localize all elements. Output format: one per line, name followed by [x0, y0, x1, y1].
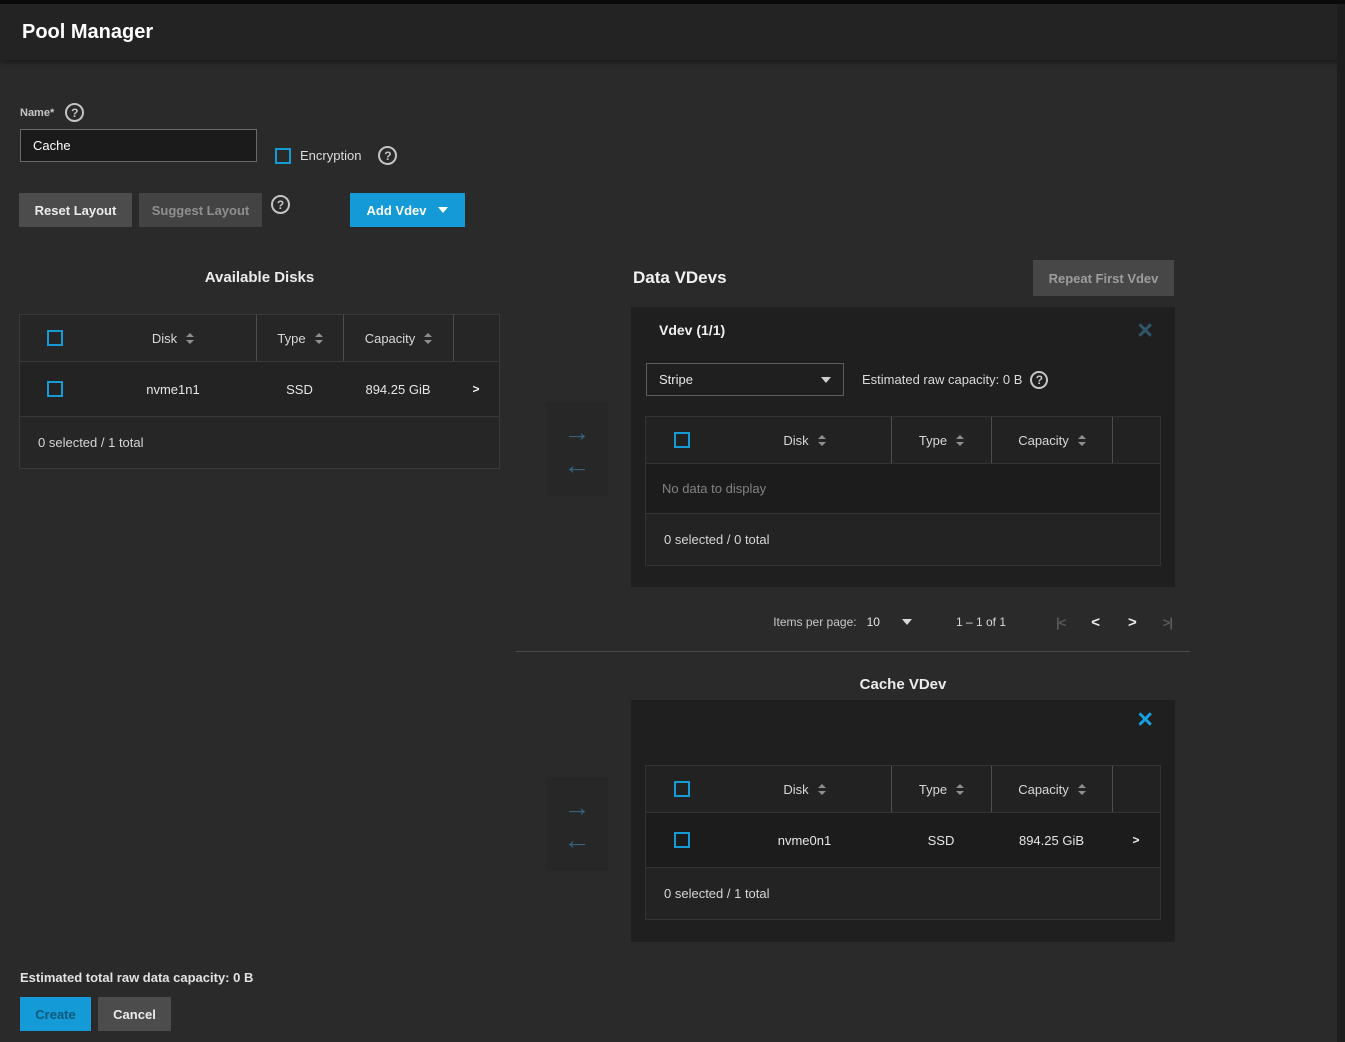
- items-per-page-value[interactable]: 10: [867, 615, 880, 629]
- cache-vdev-panel: × Disk Type Capacity n: [631, 700, 1175, 942]
- next-page-icon[interactable]: >: [1128, 614, 1137, 631]
- section-divider: [516, 651, 1190, 652]
- sort-icon[interactable]: [956, 784, 964, 795]
- create-button[interactable]: Create: [20, 997, 91, 1031]
- add-vdev-label: Add Vdev: [367, 203, 427, 218]
- table-footer: 0 selected / 1 total: [20, 417, 499, 468]
- dropdown-caret-icon: [438, 207, 448, 213]
- estimated-raw-capacity-row: Estimated raw capacity: 0 B ?: [862, 363, 1048, 396]
- table-row[interactable]: nvme1n1 SSD 894.25 GiB >: [20, 362, 499, 417]
- data-vdevs-title: Data VDevs: [633, 268, 727, 288]
- disk-column-header[interactable]: Disk: [783, 433, 808, 448]
- cancel-button[interactable]: Cancel: [98, 997, 171, 1031]
- reset-layout-button[interactable]: Reset Layout: [19, 193, 132, 227]
- items-per-page-caret-icon[interactable]: [902, 619, 912, 625]
- type-column-header[interactable]: Type: [919, 433, 947, 448]
- move-left-icon[interactable]: ←: [564, 827, 591, 854]
- vdev-layout-value: Stripe: [659, 372, 693, 387]
- move-right-icon[interactable]: →: [564, 794, 591, 821]
- repeat-first-vdev-button[interactable]: Repeat First Vdev: [1033, 260, 1174, 296]
- pool-name-input[interactable]: [20, 129, 257, 162]
- type-column-header[interactable]: Type: [919, 782, 947, 797]
- estimated-total-capacity: Estimated total raw data capacity: 0 B: [20, 970, 253, 985]
- disk-column-header[interactable]: Disk: [783, 782, 808, 797]
- table-header-row: Disk Type Capacity: [646, 417, 1160, 464]
- encryption-label: Encryption: [300, 148, 361, 163]
- previous-page-icon[interactable]: <: [1091, 614, 1100, 631]
- pagination-bar: Items per page: 10 1 – 1 of 1 |< < > >|: [515, 602, 1190, 642]
- disk-type: SSD: [928, 833, 955, 848]
- layout-help-icon[interactable]: ?: [271, 195, 290, 214]
- capacity-column-header[interactable]: Capacity: [1018, 433, 1069, 448]
- vdev-panel: Vdev (1/1) × Stripe Estimated raw capaci…: [631, 307, 1175, 587]
- disk-capacity: 894.25 GiB: [365, 382, 430, 397]
- last-page-icon[interactable]: >|: [1163, 615, 1172, 630]
- sort-icon[interactable]: [1078, 784, 1086, 795]
- page-title: Pool Manager: [22, 21, 153, 44]
- sort-icon[interactable]: [818, 784, 826, 795]
- sort-icon[interactable]: [186, 333, 194, 344]
- name-label: Name*: [20, 107, 54, 119]
- disk-type: SSD: [286, 382, 313, 397]
- suggest-layout-button[interactable]: Suggest Layout: [139, 193, 262, 227]
- table-header-row: Disk Type Capacity: [20, 315, 499, 362]
- add-vdev-button[interactable]: Add Vdev: [350, 193, 465, 227]
- available-disks-title: Available Disks: [19, 269, 500, 286]
- vdev-disks-table: Disk Type Capacity No data to display 0 …: [645, 416, 1161, 566]
- disk-capacity: 894.25 GiB: [1019, 833, 1084, 848]
- dropdown-caret-icon: [821, 377, 831, 383]
- items-per-page-label: Items per page:: [773, 615, 856, 629]
- scrollbar[interactable]: [1337, 4, 1345, 1042]
- sort-icon[interactable]: [956, 435, 964, 446]
- sort-icon[interactable]: [1078, 435, 1086, 446]
- capacity-column-header[interactable]: Capacity: [365, 331, 416, 346]
- type-column-header[interactable]: Type: [277, 331, 305, 346]
- capacity-help-icon[interactable]: ?: [1030, 371, 1048, 389]
- name-help-icon[interactable]: ?: [65, 103, 84, 122]
- table-footer: 0 selected / 1 total: [646, 868, 1160, 919]
- estimated-raw-capacity: Estimated raw capacity: 0 B: [862, 372, 1022, 387]
- empty-table-message: No data to display: [646, 464, 1160, 514]
- pool-manager-screen: Pool Manager Name* ? Encryption ? Reset …: [0, 0, 1345, 1042]
- row-expand-icon[interactable]: >: [472, 382, 479, 396]
- sort-icon[interactable]: [315, 333, 323, 344]
- vdev-layout-select[interactable]: Stripe: [646, 363, 844, 396]
- data-vdev-mover: → ←: [546, 402, 608, 496]
- first-page-icon[interactable]: |<: [1056, 615, 1065, 630]
- cache-vdev-table: Disk Type Capacity nvme0n1 SSD 894.25 Gi…: [645, 765, 1161, 920]
- disk-name: nvme0n1: [778, 833, 831, 848]
- vdev-close-icon[interactable]: ×: [1137, 317, 1153, 344]
- encryption-checkbox[interactable]: [275, 148, 291, 164]
- cache-vdev-mover: → ←: [546, 777, 608, 871]
- select-all-checkbox[interactable]: [674, 432, 690, 448]
- row-checkbox[interactable]: [674, 832, 690, 848]
- cache-vdev-close-icon[interactable]: ×: [1137, 706, 1153, 733]
- encryption-help-icon[interactable]: ?: [378, 146, 397, 165]
- app-bar: Pool Manager: [0, 0, 1345, 60]
- sort-icon[interactable]: [818, 435, 826, 446]
- move-right-icon[interactable]: →: [564, 419, 591, 446]
- available-disks-table: Disk Type Capacity nvme1n1 SSD 894.25 Gi…: [19, 314, 500, 469]
- pagination-range: 1 – 1 of 1: [956, 615, 1006, 629]
- row-checkbox[interactable]: [47, 381, 63, 397]
- encryption-row: Encryption ?: [275, 146, 397, 165]
- capacity-column-header[interactable]: Capacity: [1018, 782, 1069, 797]
- disk-column-header[interactable]: Disk: [152, 331, 177, 346]
- row-expand-icon[interactable]: >: [1132, 833, 1139, 847]
- select-all-checkbox[interactable]: [674, 781, 690, 797]
- move-left-icon[interactable]: ←: [564, 452, 591, 479]
- cache-vdev-title: Cache VDev: [631, 676, 1175, 693]
- table-footer: 0 selected / 0 total: [646, 514, 1160, 565]
- name-field-row: Name* ?: [20, 103, 84, 122]
- vdev-panel-title: Vdev (1/1): [659, 322, 725, 338]
- table-header-row: Disk Type Capacity: [646, 766, 1160, 813]
- select-all-checkbox[interactable]: [47, 330, 63, 346]
- table-row[interactable]: nvme0n1 SSD 894.25 GiB >: [646, 813, 1160, 868]
- sort-icon[interactable]: [424, 333, 432, 344]
- disk-name: nvme1n1: [146, 382, 199, 397]
